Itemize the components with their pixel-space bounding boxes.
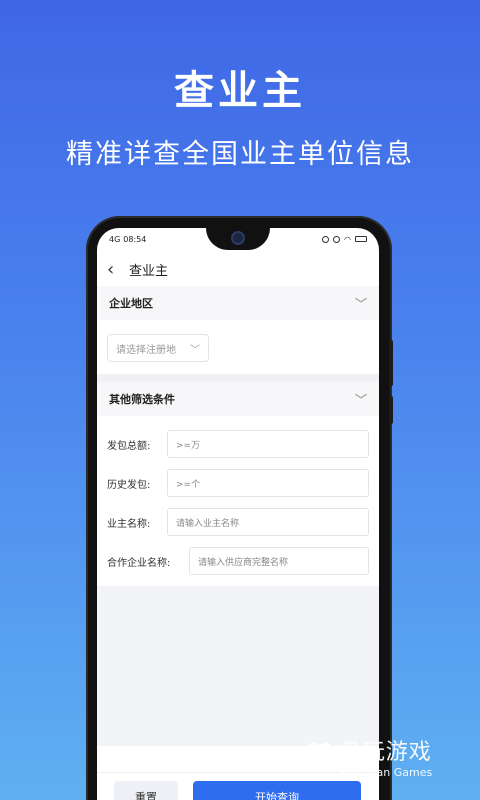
hero-title: 查业主 — [174, 68, 306, 114]
chevron-down-icon: ﹀ — [354, 296, 367, 311]
nfc-icon — [333, 235, 341, 243]
nav-title: 查业主 — [129, 263, 169, 279]
status-time: 08:54 — [123, 234, 147, 244]
alarm-icon — [322, 235, 330, 243]
section-divider — [97, 374, 379, 382]
query-button[interactable]: 开始查询 — [193, 781, 361, 800]
watermark-en: Rengwan Games — [339, 766, 433, 779]
partner-name-input[interactable]: 请输入供应商完整名称 — [189, 547, 369, 575]
chevron-down-icon: ﹀ — [190, 344, 200, 356]
form-row-partner-name: 合作企业名称: 请输入供应商完整名称 — [107, 547, 369, 575]
field-label: 合作企业名称: — [107, 557, 171, 569]
nav-bar: ‹ 查业主 — [97, 252, 379, 286]
empty-area — [97, 586, 379, 746]
watermark-cn: 仍玩游戏 — [339, 740, 432, 765]
watermark-logo-icon: ℜ — [306, 736, 334, 777]
chevron-down-icon: ﹀ — [354, 392, 367, 407]
phone-screen: 4G 08:54 ◠ ‹ 查业主 企业地区 ﹀ 请选择注册地 ﹀ 其他筛选条件 … — [97, 228, 379, 800]
reset-button[interactable]: 重置 — [114, 781, 178, 800]
form-row-total-amount: 发包总额: >=万 — [107, 430, 369, 458]
watermark: ℜ 仍玩游戏 Rengwan Games — [306, 734, 433, 780]
form-row-owner-name: 业主名称: 请输入业主名称 — [107, 508, 369, 536]
camera-icon — [231, 231, 245, 245]
history-count-input[interactable]: >=个 — [167, 469, 369, 497]
total-amount-input[interactable]: >=万 — [167, 430, 369, 458]
battery-icon — [355, 236, 367, 242]
back-icon[interactable]: ‹ — [107, 259, 129, 280]
filter-section-header[interactable]: 其他筛选条件 ﹀ — [97, 382, 379, 416]
region-section-title: 企业地区 — [109, 297, 153, 310]
hero-subtitle: 精准详查全国业主单位信息 — [66, 139, 414, 170]
filter-section-title: 其他筛选条件 — [109, 393, 175, 406]
field-label: 历史发包: — [107, 479, 151, 491]
form-row-history: 历史发包: >=个 — [107, 469, 369, 497]
owner-name-input[interactable]: 请输入业主名称 — [167, 508, 369, 536]
phone-side-button — [389, 340, 393, 386]
phone-side-button — [389, 396, 393, 424]
region-select[interactable]: 请选择注册地 ﹀ — [107, 334, 209, 362]
wifi-icon: ◠ — [344, 234, 351, 244]
region-select-placeholder: 请选择注册地 — [116, 344, 176, 356]
field-label: 业主名称: — [107, 518, 151, 530]
signal-text: 4G — [109, 234, 121, 244]
field-label: 发包总额: — [107, 440, 151, 452]
region-section-header[interactable]: 企业地区 ﹀ — [97, 286, 379, 320]
